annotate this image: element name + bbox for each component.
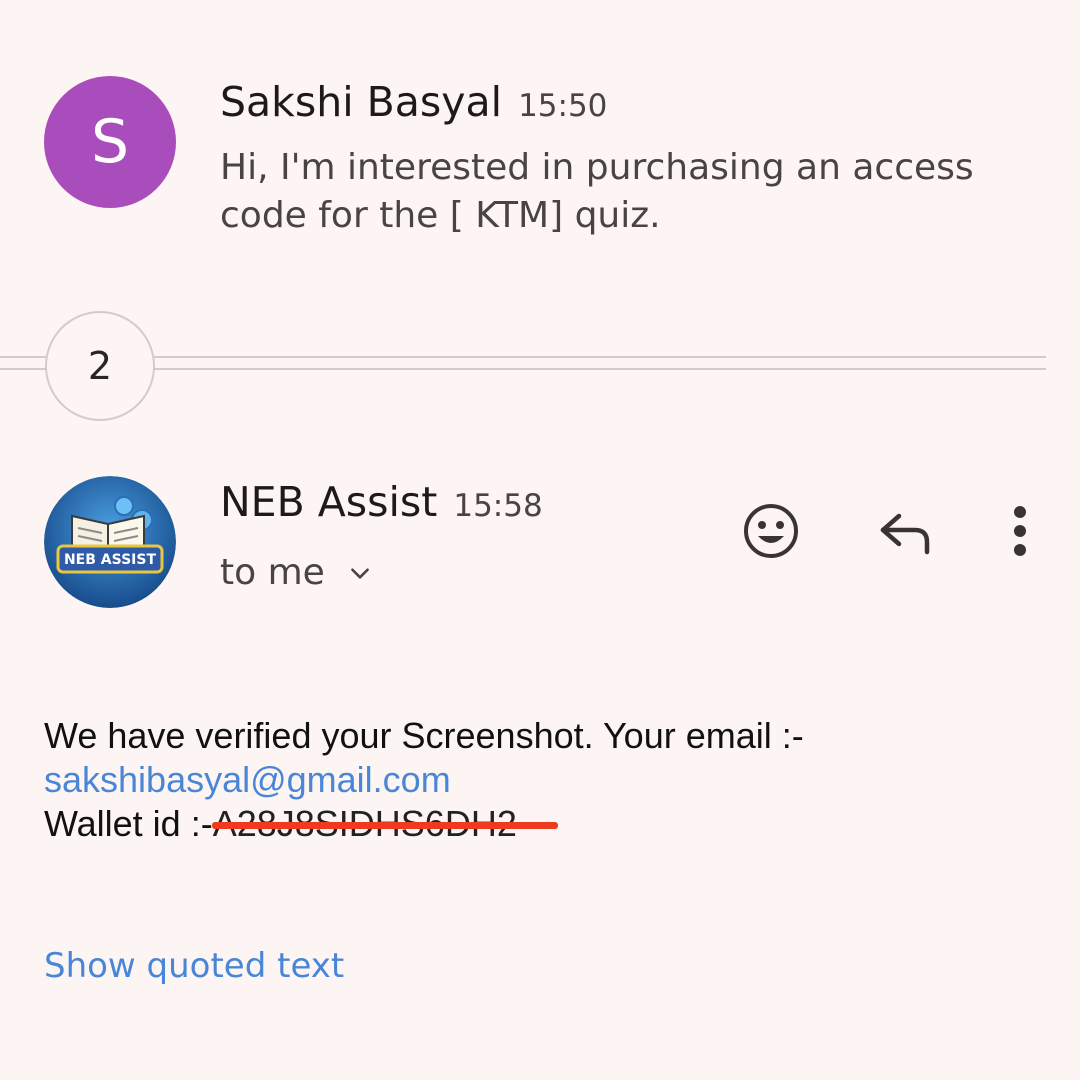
logo-text: NEB ASSIST bbox=[63, 552, 157, 568]
reply-icon bbox=[880, 513, 930, 555]
avatar-letter: S bbox=[90, 107, 130, 177]
reply-button[interactable] bbox=[874, 502, 936, 564]
redaction-strike bbox=[212, 822, 558, 829]
message-time: 15:50 bbox=[518, 88, 608, 124]
show-quoted-text-link[interactable]: Show quoted text bbox=[44, 946, 344, 986]
add-reaction-icon bbox=[744, 504, 798, 558]
more-options-button[interactable] bbox=[998, 500, 1042, 562]
email-link[interactable]: sakshibasyal@gmail.com bbox=[44, 758, 1044, 802]
recipient-toggle[interactable]: to me bbox=[220, 552, 373, 593]
wallet-line: Wallet id :-A28J8SIDHS6DH2 bbox=[44, 802, 558, 846]
message-header[interactable]: Sakshi Basyal 15:50 bbox=[220, 78, 607, 126]
chevron-down-icon bbox=[350, 567, 369, 579]
sender-name: Sakshi Basyal bbox=[220, 78, 503, 126]
neb-assist-logo-icon[interactable]: NEB ASSIST bbox=[44, 476, 176, 608]
recipient-label: to me bbox=[220, 552, 325, 593]
body-line: We have verified your Screenshot. Your e… bbox=[44, 715, 804, 756]
message-body: We have verified your Screenshot. Your e… bbox=[44, 714, 1044, 846]
collapsed-count-button[interactable]: 2 bbox=[45, 311, 155, 421]
add-reaction-button[interactable] bbox=[740, 500, 802, 562]
message-time: 15:58 bbox=[453, 488, 543, 524]
collapsed-count: 2 bbox=[87, 344, 113, 388]
email-thread: S Sakshi Basyal 15:50 Hi, I'm interested… bbox=[0, 0, 1080, 1080]
message-snippet[interactable]: Hi, I'm interested in purchasing an acce… bbox=[220, 144, 1000, 240]
sender-name: NEB Assist bbox=[220, 478, 438, 526]
sender-avatar[interactable]: S bbox=[44, 76, 176, 208]
message-header[interactable]: NEB Assist 15:58 bbox=[220, 478, 543, 526]
wallet-label: Wallet id :- bbox=[44, 803, 213, 844]
more-vert-icon bbox=[1014, 506, 1026, 556]
collapsed-divider[interactable] bbox=[0, 356, 1046, 370]
